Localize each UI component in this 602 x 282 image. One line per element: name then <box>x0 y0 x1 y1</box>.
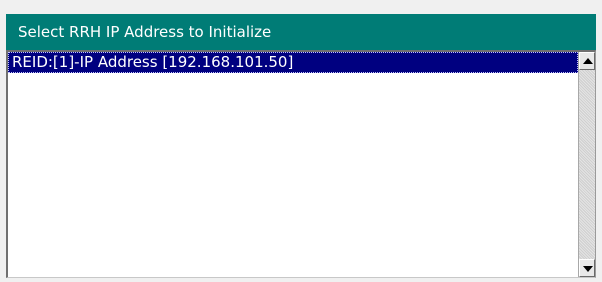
rrh-ip-listbox[interactable]: REID:[1]-IP Address [192.168.101.50] <box>8 52 578 277</box>
arrow-up-icon <box>583 58 593 64</box>
rrh-select-dialog: Select RRH IP Address to Initialize REID… <box>0 0 602 282</box>
list-item-reid-1[interactable]: REID:[1]-IP Address [192.168.101.50] <box>8 52 578 73</box>
vertical-scrollbar[interactable] <box>578 52 595 277</box>
arrow-down-icon <box>583 266 593 272</box>
scroll-up-button[interactable] <box>579 52 595 70</box>
rrh-ip-listbox-frame: REID:[1]-IP Address [192.168.101.50] <box>6 50 596 278</box>
dialog-title: Select RRH IP Address to Initialize <box>6 14 596 50</box>
scroll-down-button[interactable] <box>579 259 595 277</box>
